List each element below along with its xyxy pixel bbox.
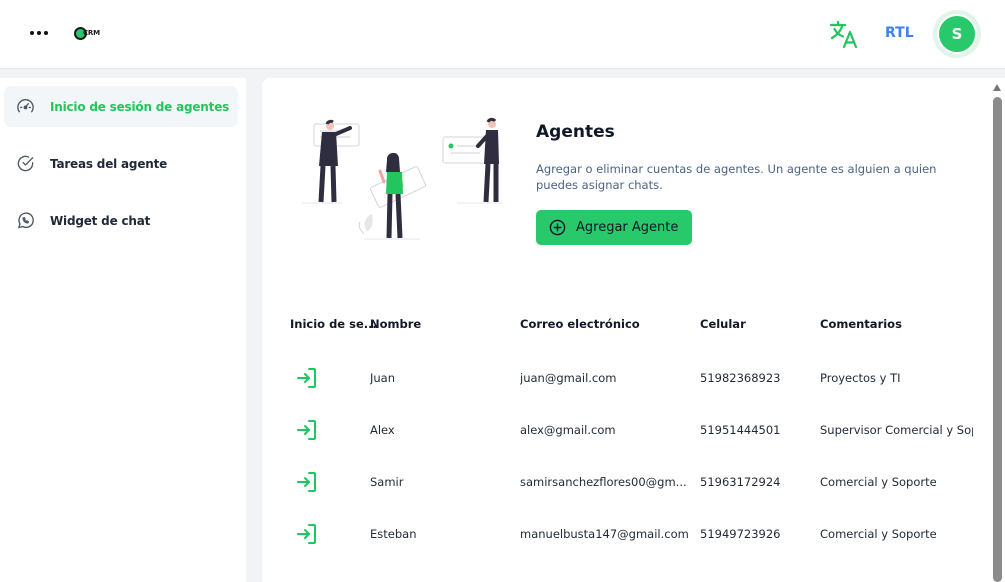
cell-name: Juan (370, 371, 396, 385)
app-logo[interactable]: CRM (74, 25, 100, 41)
logo-text: CRM (83, 29, 100, 37)
scroll-thumb[interactable] (993, 97, 1002, 582)
cell-comment: Proyectos y TI (820, 371, 901, 385)
cell-name: Alex (370, 423, 395, 437)
cell-email: samirsanchezflores00@gm... (520, 475, 687, 489)
table-row: Samir samirsanchezflores00@gm... 5196317… (262, 456, 1005, 508)
cell-phone: 51951444501 (700, 423, 781, 437)
sidebar-item-label: Inicio de sesión de agentes (50, 99, 230, 114)
add-agent-button[interactable]: Agregar Agente (536, 210, 692, 245)
cell-phone: 51949723926 (700, 527, 781, 541)
login-icon[interactable] (295, 366, 319, 390)
cell-comment: Comercial y Soporte (820, 475, 937, 489)
sidebar-item-agent-login[interactable]: Inicio de sesión de agentes (4, 86, 238, 127)
cell-email: alex@gmail.com (520, 423, 616, 437)
rtl-toggle-button[interactable]: RTL (885, 24, 914, 42)
table-row: Esteban manuelbusta147@gmail.com 5194972… (262, 508, 1005, 560)
dashboard-icon (17, 99, 34, 113)
top-bar: CRM RTL S (0, 0, 1005, 69)
column-header-email[interactable]: Correo electrónico (520, 317, 640, 331)
check-circle-icon (17, 155, 34, 172)
sidebar-item-label: Tareas del agente (50, 156, 168, 171)
table-row: Juan juan@gmail.com 51982368923 Proyecto… (262, 352, 1005, 404)
page-title: Agentes (536, 122, 615, 142)
column-header-comments[interactable]: Comentarios (820, 317, 902, 331)
sidebar: Inicio de sesión de agentes Tareas del a… (0, 78, 246, 582)
user-avatar-button[interactable]: S (933, 10, 981, 58)
scroll-up-arrow-icon[interactable] (993, 84, 1001, 91)
sidebar-item-agent-tasks[interactable]: Tareas del agente (4, 143, 238, 184)
page-description: Agregar o eliminar cuentas de agentes. U… (536, 162, 937, 192)
agents-illustration (302, 117, 502, 240)
main-panel: Agentes Agregar o eliminar cuentas de ag… (262, 78, 1005, 582)
cell-name: Esteban (370, 527, 417, 541)
sidebar-item-chat-widget[interactable]: Widget de chat (4, 200, 238, 241)
cell-comment: Supervisor Comercial y Soporte (820, 423, 973, 437)
login-icon[interactable] (295, 522, 319, 546)
login-icon[interactable] (295, 470, 319, 494)
add-agent-label: Agregar Agente (576, 220, 679, 235)
cell-email: juan@gmail.com (520, 371, 617, 385)
cell-comment: Comercial y Soporte (820, 527, 937, 541)
sidebar-item-label: Widget de chat (50, 213, 151, 228)
column-header-name[interactable]: Nombre (370, 317, 421, 331)
column-header-login[interactable]: Inicio de se... (290, 317, 377, 331)
whatsapp-icon (18, 212, 34, 229)
cell-phone: 51963172924 (700, 475, 781, 489)
plus-circle-icon (549, 219, 566, 236)
table-row: Alex alex@gmail.com 51951444501 Supervis… (262, 404, 1005, 456)
translate-icon[interactable] (829, 19, 859, 49)
login-icon[interactable] (295, 418, 319, 442)
cell-phone: 51982368923 (700, 371, 781, 385)
cell-name: Samir (370, 475, 404, 489)
column-header-phone[interactable]: Celular (700, 317, 746, 331)
cell-email: manuelbusta147@gmail.com (520, 527, 689, 541)
avatar: S (937, 14, 977, 54)
more-menu-icon[interactable] (30, 25, 50, 41)
vertical-scrollbar[interactable] (990, 78, 1005, 582)
